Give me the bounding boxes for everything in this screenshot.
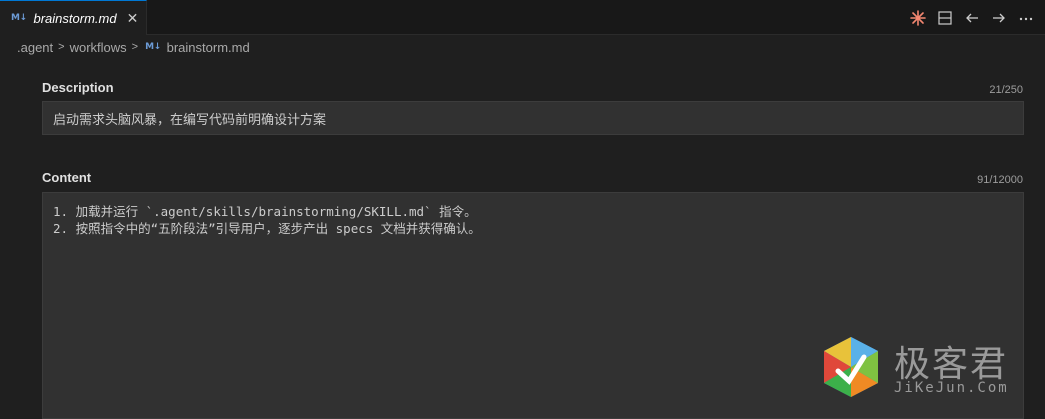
content-label: Content <box>42 170 92 185</box>
more-actions-icon[interactable] <box>1017 9 1035 27</box>
chevron-right-icon: > <box>58 41 65 53</box>
tab-brainstorm-md[interactable]: M↓ brainstorm.md ✕ <box>0 0 147 35</box>
watermark-url: JiKeJun.Com <box>894 380 1009 396</box>
spark-icon[interactable] <box>909 9 927 27</box>
breadcrumb: .agent > workflows > M↓ brainstorm.md <box>0 36 1045 58</box>
go-forward-icon[interactable] <box>990 9 1008 27</box>
go-back-icon[interactable] <box>963 9 981 27</box>
description-label: Description <box>42 80 114 95</box>
watermark-logo <box>824 337 878 397</box>
content-counter: 91/12000 <box>977 174 1023 186</box>
description-input[interactable]: 启动需求头脑风暴，在编写代码前明确设计方案 <box>42 101 1024 135</box>
chevron-right-icon: > <box>131 41 139 53</box>
split-editor-icon[interactable] <box>936 9 954 27</box>
watermark: 极客君 JiKeJun.Com <box>820 335 1040 405</box>
editor-tab-bar: M↓ brainstorm.md ✕ <box>0 0 1045 35</box>
description-value: 启动需求头脑风暴，在编写代码前明确设计方案 <box>53 111 327 127</box>
breadcrumb-file[interactable]: brainstorm.md <box>167 40 250 55</box>
editor-actions <box>909 0 1035 35</box>
markdown-icon: M↓ <box>11 13 27 23</box>
breadcrumb-workflows[interactable]: workflows <box>70 40 127 55</box>
description-counter: 21/250 <box>989 84 1023 96</box>
breadcrumb-agent[interactable]: .agent <box>17 40 53 55</box>
close-icon[interactable]: ✕ <box>127 10 139 27</box>
tab-title: brainstorm.md <box>33 10 117 26</box>
markdown-icon: M↓ <box>145 42 161 52</box>
